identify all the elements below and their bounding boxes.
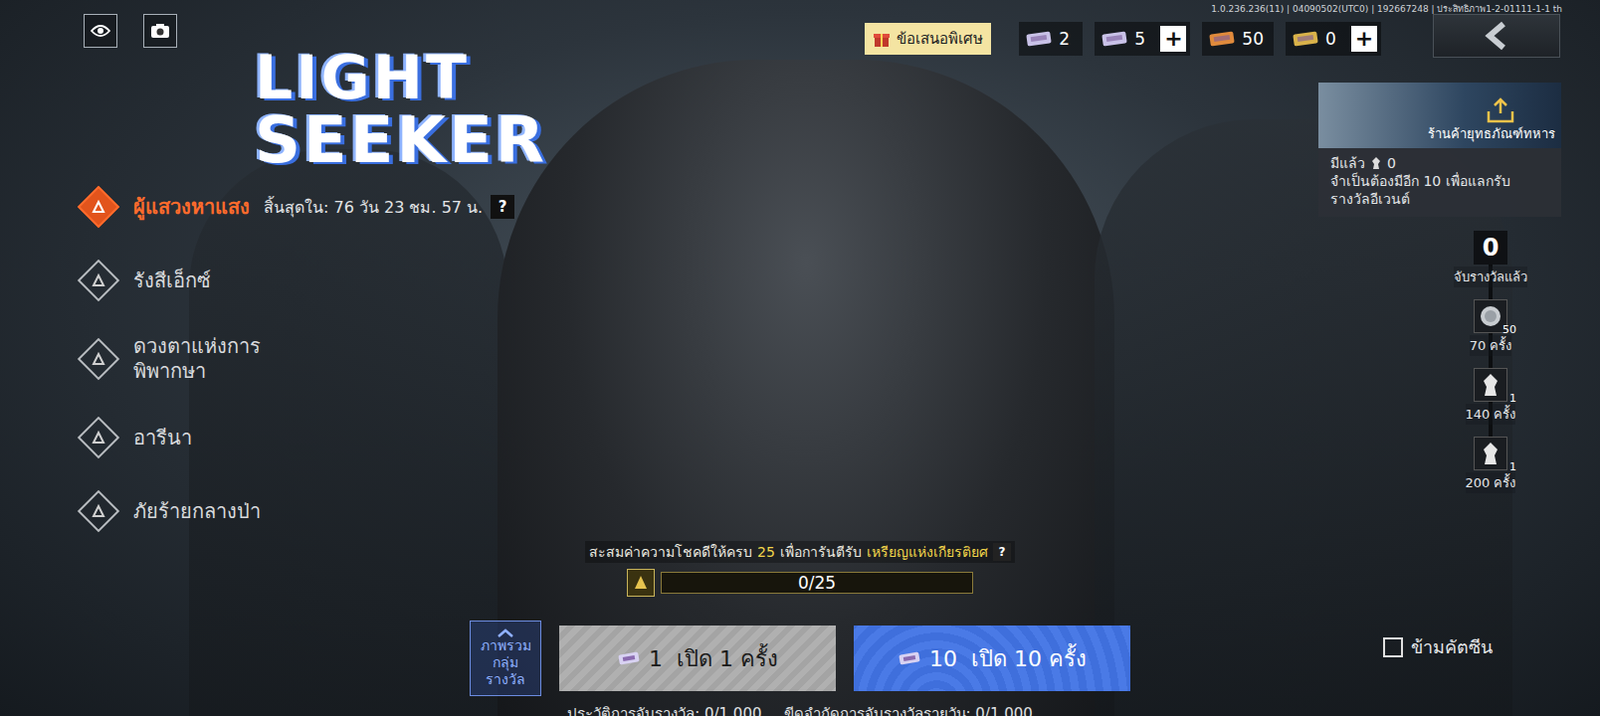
ticket-icon (616, 650, 641, 667)
currency-icon (1100, 29, 1129, 48)
mode-item[interactable]: ดวงตาแห่งการพิพากษา (77, 334, 617, 385)
draw-limit-text: ประวัติการจับรางวัล: 0/1,000 (567, 702, 762, 716)
eye-icon (90, 23, 111, 38)
chess-piece-icon (1370, 156, 1383, 171)
mode-icon (77, 416, 120, 459)
mode-icon (77, 338, 120, 381)
draw-button[interactable]: 1เปิด 1 ครั้ง (559, 625, 836, 692)
reward-overview-button[interactable]: ภาพรวมกลุ่มรางวัล (469, 620, 542, 697)
mode-item[interactable]: ผู้แสวงหาแสงสิ้นสุดใน: 76 วัน 23 ชม. 57 … (77, 187, 617, 227)
store-icon (1485, 97, 1516, 124)
currency-chip: 50 (1201, 21, 1274, 56)
ticket-icon (897, 650, 922, 667)
mode-icon (77, 259, 120, 302)
mode-icon (77, 490, 120, 533)
luck-description: สะสมค่าความโชคดีให้ครบ25เพื่อการันตีรับเ… (585, 541, 1015, 564)
back-button[interactable] (1432, 13, 1561, 58)
currency-chip: 0+ (1285, 21, 1382, 56)
back-arrow-icon (1483, 20, 1510, 51)
event-logo: LIGHTSEEKER (254, 47, 617, 174)
currency-chip: 2 (1018, 21, 1083, 56)
medal-icon (626, 569, 655, 598)
add-currency-button[interactable]: + (1160, 25, 1187, 52)
chess-piece-icon (1481, 440, 1500, 467)
help-button[interactable]: ? (993, 543, 1011, 562)
mode-icon (77, 186, 120, 228)
add-currency-button[interactable]: + (1351, 25, 1378, 52)
store-card[interactable]: ร้านค้ายุทธภัณฑ์ทหารมีแล้ว0จำเป็นต้องมีอ… (1318, 82, 1562, 217)
milestone-reward[interactable]: 5070 ครั้ง (1469, 299, 1513, 357)
lucky-draw-screen: 1.0.236.236(11) | 04090502(UTC0) | 19266… (0, 0, 1600, 716)
top-bar: 1.0.236.236(11) | 04090502(UTC0) | 19266… (0, 0, 1600, 62)
version-text: 1.0.236.236(11) | 04090502(UTC0) | 19266… (1210, 1, 1563, 14)
mode-item[interactable]: อารีนา (77, 417, 617, 458)
event-timer: สิ้นสุดใน: 76 วัน 23 ชม. 57 น.? (263, 195, 515, 220)
currency-icon (1291, 29, 1320, 48)
chevron-up-icon (496, 628, 515, 638)
camera-button[interactable] (143, 13, 178, 48)
milestone-track: 0จับรางวัลแล้ว5070 ครั้ง1140 ครั้ง1200 ค… (1453, 230, 1528, 494)
help-button[interactable]: ? (490, 195, 515, 219)
gift-icon (872, 29, 891, 48)
currency-chip: 5+ (1094, 21, 1191, 56)
draw-limit-text: ขีดจำกัดการจับรางวัลรายวัน: 0/1,000 (784, 702, 1033, 716)
currency-icon (1024, 29, 1053, 48)
coin-icon (1478, 304, 1503, 329)
mode-list: ผู้แสวงหาแสงสิ้นสุดใน: 76 วัน 23 ชม. 57 … (77, 187, 617, 532)
special-offer-button[interactable]: ข้อเสนอพิเศษ (864, 22, 992, 55)
chess-piece-icon (1481, 372, 1500, 399)
luck-progress-bar: 0/25 (660, 572, 974, 595)
mode-item[interactable]: ภัยร้ายกลางป่า (77, 491, 617, 532)
draw-button[interactable]: 10เปิด 10 ครั้ง (853, 625, 1131, 692)
draw-count: 0 (1473, 230, 1508, 265)
camera-icon (150, 22, 171, 39)
skip-cutscene-toggle[interactable]: ข้ามคัตซีน (1383, 632, 1493, 662)
eye-button[interactable] (83, 13, 118, 48)
currency-icon (1207, 29, 1236, 48)
mode-item[interactable]: รังสีเอ็กซ์ (77, 260, 617, 301)
milestone-reward[interactable]: 1140 ครั้ง (1465, 368, 1517, 425)
checkbox[interactable] (1383, 637, 1403, 658)
milestone-reward[interactable]: 1200 ครั้ง (1465, 436, 1517, 494)
